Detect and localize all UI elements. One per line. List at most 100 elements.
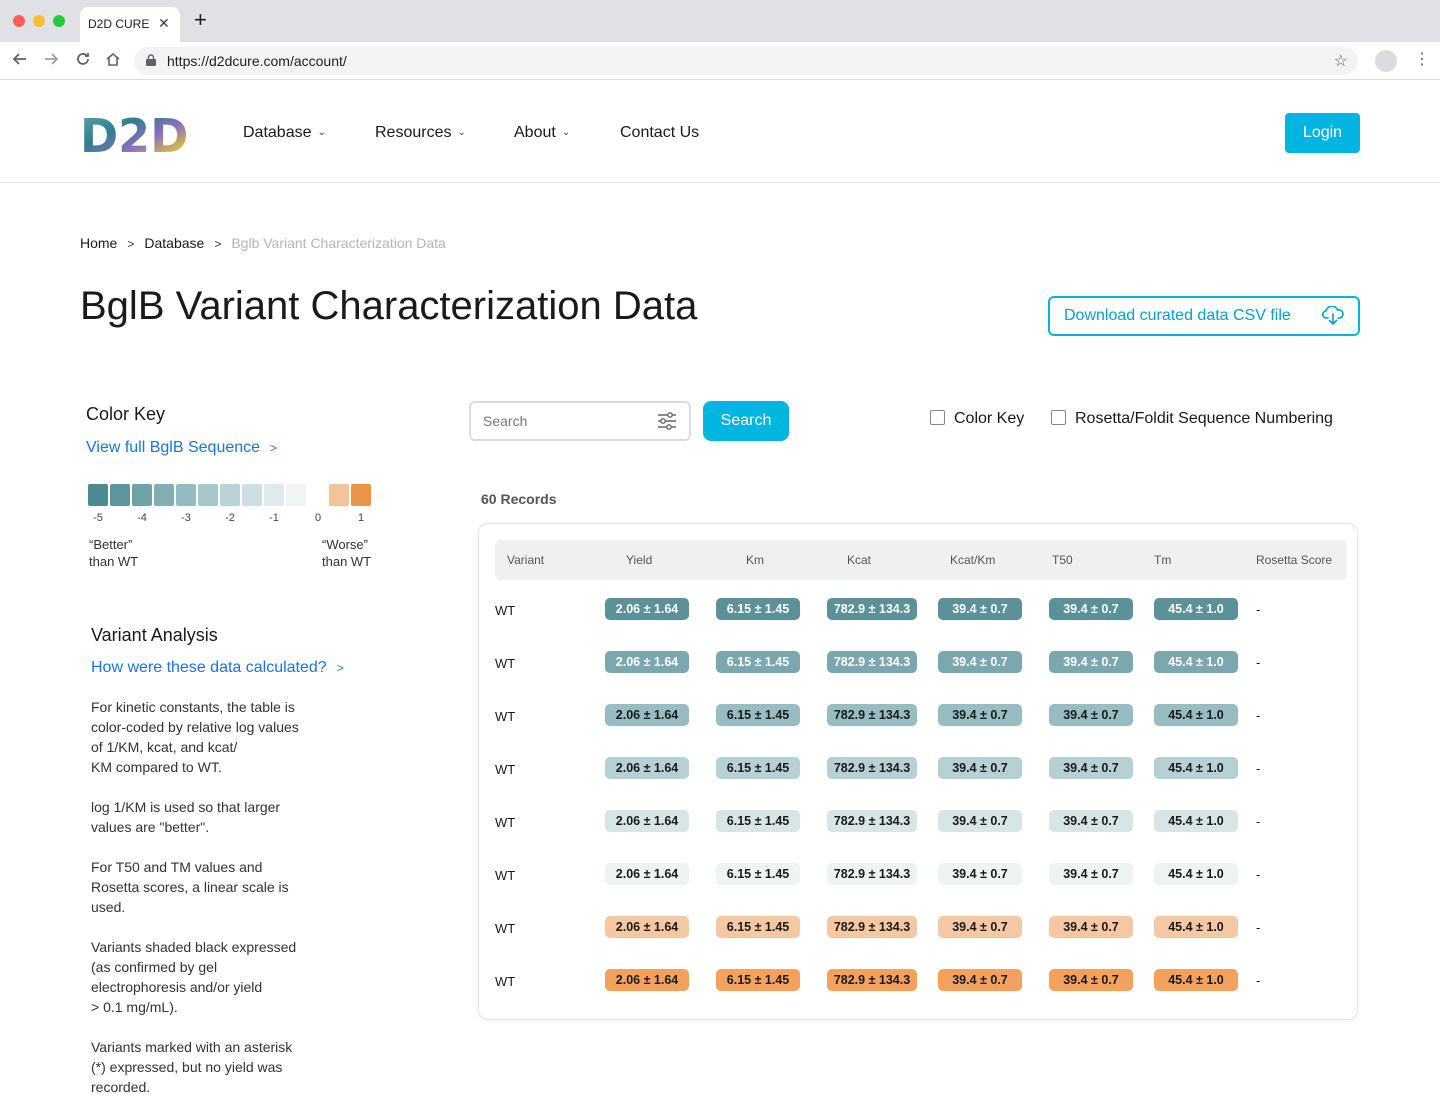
- filter-sliders-icon[interactable]: [657, 412, 677, 430]
- d2d-logo[interactable]: D2D: [80, 110, 194, 156]
- column-header[interactable]: Yield: [626, 553, 652, 567]
- reload-icon[interactable]: [75, 51, 91, 72]
- value-pill: 39.4 ± 0.7: [938, 916, 1022, 938]
- nav-database[interactable]: Database ⌄: [243, 124, 326, 142]
- search-input[interactable]: [483, 411, 643, 431]
- explanation-line: used.: [91, 899, 126, 915]
- search-button[interactable]: Search: [703, 401, 789, 441]
- view-sequence-label: View full BglB Sequence: [86, 439, 261, 456]
- value-pill: 2.06 ± 1.64: [605, 704, 689, 726]
- nav-database-label: Database: [243, 124, 312, 141]
- nav-contact-us[interactable]: Contact Us: [620, 124, 699, 142]
- view-sequence-link[interactable]: View full BglB Sequence >: [86, 439, 277, 457]
- color-swatch: [132, 484, 152, 506]
- better-line-1: “Better”: [89, 537, 133, 552]
- variant-cell: WT: [495, 603, 516, 618]
- value-pill: 6.15 ± 1.45: [716, 969, 800, 991]
- browser-tab[interactable]: D2D CURE ✕: [80, 7, 180, 42]
- value-pill: 45.4 ± 1.0: [1154, 757, 1238, 779]
- value-pill: 782.9 ± 134.3: [827, 704, 917, 726]
- table-row[interactable]: WT 2.06 ± 1.64 6.15 ± 1.45 782.9 ± 134.3 39.…: [479, 702, 1359, 732]
- value-pill: 39.4 ± 0.7: [938, 863, 1022, 885]
- close-window-button[interactable]: [13, 15, 25, 27]
- value-pill: 6.15 ± 1.45: [716, 598, 800, 620]
- value-pill: 782.9 ± 134.3: [827, 810, 917, 832]
- value-pill: 782.9 ± 134.3: [827, 651, 917, 673]
- lock-icon: [146, 54, 156, 66]
- breadcrumb: Home > Database > Bglb Variant Characterizat…: [80, 235, 446, 251]
- explanation-line: Variants shaded black expressed: [91, 939, 297, 955]
- value-pill: 6.15 ± 1.45: [716, 651, 800, 673]
- breadcrumb-database[interactable]: Database: [144, 235, 204, 251]
- variant-cell: WT: [495, 815, 516, 830]
- column-header[interactable]: Km: [746, 553, 764, 567]
- table-row[interactable]: WT 2.06 ± 1.64 6.15 ± 1.45 782.9 ± 134.3 39.…: [479, 755, 1359, 785]
- checkbox-box[interactable]: [1051, 410, 1066, 425]
- search-field[interactable]: [469, 401, 691, 441]
- explanation-line: Variants marked with an asterisk: [91, 1039, 293, 1055]
- url-field[interactable]: https://d2dcure.com/account/ ☆: [134, 47, 1358, 75]
- column-header[interactable]: Tm: [1154, 553, 1171, 567]
- explanation-paragraph: For kinetic constants, the table is color…: [91, 697, 331, 777]
- table-row[interactable]: WT 2.06 ± 1.64 6.15 ± 1.45 782.9 ± 134.3 39.…: [479, 914, 1359, 944]
- browser-menu-icon[interactable]: ⋮: [1414, 50, 1430, 70]
- value-pill: 2.06 ± 1.64: [605, 863, 689, 885]
- url-text: https://d2dcure.com/account/: [167, 53, 347, 69]
- column-header[interactable]: Kcat/Km: [950, 553, 995, 567]
- column-header[interactable]: T50: [1052, 553, 1073, 567]
- value-pill: 6.15 ± 1.45: [716, 757, 800, 779]
- table-row[interactable]: WT 2.06 ± 1.64 6.15 ± 1.45 782.9 ± 134.3 39.…: [479, 861, 1359, 891]
- column-header[interactable]: Rosetta Score: [1256, 553, 1332, 567]
- explanation-line: Rosetta scores, a linear scale is: [91, 879, 289, 895]
- value-pill: 45.4 ± 1.0: [1154, 704, 1238, 726]
- data-calculation-label: How were these data calculated?: [91, 659, 327, 676]
- value-pill: 2.06 ± 1.64: [605, 969, 689, 991]
- variant-analysis-title: Variant Analysis: [91, 625, 218, 645]
- value-pill: 39.4 ± 0.7: [1049, 598, 1133, 620]
- explanation-line: KM compared to WT.: [91, 759, 222, 775]
- table-row[interactable]: WT 2.06 ± 1.64 6.15 ± 1.45 782.9 ± 134.3 39.…: [479, 649, 1359, 679]
- bookmark-star-icon[interactable]: ☆: [1334, 51, 1348, 71]
- breadcrumb-current: Bglb Variant Characterization Data: [231, 235, 446, 251]
- variant-cell: WT: [495, 656, 516, 671]
- login-button[interactable]: Login: [1285, 113, 1360, 153]
- table-row[interactable]: WT 2.06 ± 1.64 6.15 ± 1.45 782.9 ± 134.3 39.…: [479, 967, 1359, 997]
- value-pill: 39.4 ± 0.7: [1049, 651, 1133, 673]
- explanation-paragraph: log 1/KM is used so that larger values ar…: [91, 797, 331, 837]
- nav-about[interactable]: About ⌄: [514, 124, 570, 142]
- profile-avatar[interactable]: [1375, 50, 1397, 72]
- new-tab-button[interactable]: +: [194, 9, 207, 31]
- download-csv-button[interactable]: Download curated data CSV file: [1048, 296, 1360, 336]
- value-pill: 39.4 ± 0.7: [938, 969, 1022, 991]
- checkbox-box[interactable]: [930, 410, 945, 425]
- rosetta-score-cell: -: [1256, 655, 1261, 670]
- color-swatch: [154, 484, 174, 506]
- value-pill: 39.4 ± 0.7: [1049, 916, 1133, 938]
- maximize-window-button[interactable]: [53, 15, 65, 27]
- table-row[interactable]: WT 2.06 ± 1.64 6.15 ± 1.45 782.9 ± 134.3 39.…: [479, 808, 1359, 838]
- minimize-window-button[interactable]: [33, 15, 45, 27]
- rosetta-score-cell: -: [1256, 708, 1261, 723]
- data-table: Variant Yield Km Kcat Kcat/Km T50 Tm Rosetta Sc…: [478, 523, 1358, 1020]
- tab-close-icon[interactable]: ✕: [158, 15, 170, 32]
- table-row[interactable]: WT 2.06 ± 1.64 6.15 ± 1.45 782.9 ± 134.3 39.…: [479, 596, 1359, 626]
- data-calculation-link[interactable]: How were these data calculated? >: [91, 659, 344, 677]
- chevron-right-icon: >: [270, 441, 278, 455]
- color-scale-label: 0: [314, 512, 322, 524]
- explanation-line: (as confirmed by gel: [91, 959, 218, 975]
- breadcrumb-home[interactable]: Home: [80, 235, 117, 251]
- home-icon[interactable]: [105, 51, 121, 72]
- forward-arrow-icon[interactable]: [43, 51, 59, 72]
- color-key-checkbox[interactable]: Color Key: [930, 410, 1024, 428]
- rosetta-numbering-checkbox[interactable]: Rosetta/Foldit Sequence Numbering: [1051, 410, 1333, 428]
- variant-cell: WT: [495, 974, 516, 989]
- value-pill: 2.06 ± 1.64: [605, 916, 689, 938]
- column-header[interactable]: Kcat: [847, 553, 871, 567]
- nav-resources[interactable]: Resources ⌄: [375, 124, 466, 142]
- value-pill: 6.15 ± 1.45: [716, 863, 800, 885]
- color-swatch: [242, 484, 262, 506]
- column-header[interactable]: Variant: [507, 553, 544, 567]
- back-arrow-icon[interactable]: [12, 51, 28, 72]
- value-pill: 39.4 ± 0.7: [938, 810, 1022, 832]
- nav-about-label: About: [514, 124, 556, 141]
